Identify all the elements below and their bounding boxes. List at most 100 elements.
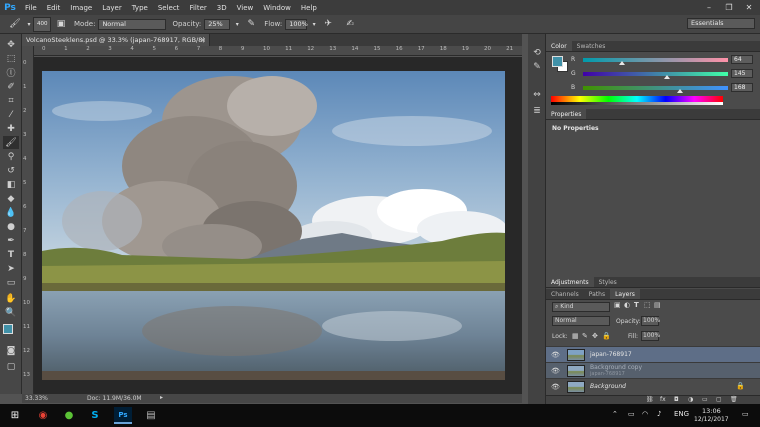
tab-swatches[interactable]: Swatches — [572, 41, 611, 51]
close-tab-icon[interactable]: × — [201, 34, 206, 46]
app-green-icon[interactable]: ● — [60, 407, 78, 424]
filter-type-icon[interactable]: T — [634, 301, 639, 309]
tab-adjustments[interactable]: Adjustments — [546, 277, 594, 287]
blue-value[interactable]: 168 — [731, 83, 753, 92]
opacity-chevron-icon[interactable]: ▾ — [233, 18, 241, 31]
crop-tool-icon[interactable]: ⌗ — [3, 94, 19, 107]
eyedropper-tool-icon[interactable]: ⁄ — [3, 108, 19, 121]
chevron-down-icon[interactable]: ▾ — [25, 18, 33, 31]
lock-pixels-icon[interactable]: ✎ — [582, 332, 588, 340]
eraser-tool-icon[interactable]: ◧ — [3, 178, 19, 191]
green-thumb[interactable] — [664, 75, 670, 79]
opacity-input[interactable]: 25% — [204, 18, 231, 30]
marquee-tool-icon[interactable]: ⬚ — [3, 52, 19, 65]
history-brush-tool-icon[interactable]: ↺ — [3, 164, 19, 177]
close-button[interactable]: ✕ — [740, 0, 758, 15]
blur-tool-icon[interactable]: 💧 — [3, 206, 19, 219]
zoom-tool-icon[interactable]: 🔍 — [3, 306, 19, 319]
menu-image[interactable]: Image — [65, 4, 97, 12]
filter-shape-icon[interactable]: ⬚ — [644, 301, 651, 309]
add-mask-icon[interactable]: ◘ — [674, 396, 679, 403]
blue-track[interactable] — [583, 86, 728, 90]
screen-mode-icon[interactable]: ▢ — [3, 360, 19, 373]
layer-row-background-copy[interactable]: 👁 Background copy japan-768917 — [546, 362, 760, 378]
tab-color[interactable]: Color — [546, 41, 572, 51]
panel-collapse-icon[interactable]: ⇔ — [529, 88, 545, 101]
pressure-size-icon[interactable]: ✍ — [343, 18, 357, 31]
hand-tool-icon[interactable]: ✋ — [3, 292, 19, 305]
volume-icon[interactable]: ♪ — [657, 410, 661, 418]
brush-tool-icon[interactable]: 🖌 — [8, 18, 22, 31]
visibility-eye-icon[interactable]: 👁 — [551, 383, 561, 391]
blend-mode-select[interactable]: Normal — [552, 316, 610, 326]
mode-select[interactable]: Normal — [98, 18, 167, 30]
blue-slider[interactable]: B 168 — [551, 83, 756, 93]
green-value[interactable]: 145 — [731, 69, 753, 78]
red-track[interactable] — [583, 58, 728, 62]
new-layer-icon[interactable]: ▢ — [716, 396, 722, 403]
pen-tool-icon[interactable]: ✒ — [3, 234, 19, 247]
clock-date[interactable]: 12/12/2017 — [694, 416, 729, 423]
notifications-icon[interactable]: ▭ — [742, 410, 749, 418]
layer-filter-kind-select[interactable]: ⌕ Kind — [552, 302, 610, 312]
brush-tool-icon[interactable]: 🖌 — [3, 136, 19, 149]
brush-panel-icon[interactable]: ▣ — [54, 18, 68, 31]
chrome-icon[interactable]: ◉ — [34, 407, 52, 424]
tab-styles[interactable]: Styles — [594, 277, 622, 287]
flow-chevron-icon[interactable]: ▾ — [310, 18, 318, 31]
document-image[interactable] — [42, 71, 505, 380]
layer-name[interactable]: Background copy — [590, 364, 642, 371]
menu-view[interactable]: View — [232, 4, 259, 12]
photoshop-taskbar-icon[interactable]: Ps — [114, 407, 132, 424]
skype-icon[interactable]: S — [86, 407, 104, 424]
menu-help[interactable]: Help — [296, 4, 322, 12]
minimize-button[interactable]: – — [700, 0, 718, 15]
workspace-select[interactable]: Essentials — [687, 18, 755, 29]
filter-adjustment-icon[interactable]: ◐ — [624, 301, 630, 309]
lasso-tool-icon[interactable]: ⓛ — [3, 66, 19, 79]
red-slider[interactable]: R 64 — [551, 55, 756, 65]
layer-opacity-input[interactable]: 100% — [641, 316, 660, 326]
visibility-eye-icon[interactable]: 👁 — [551, 351, 561, 359]
flow-input[interactable]: 100% — [285, 18, 308, 30]
tab-paths[interactable]: Paths — [584, 289, 610, 299]
red-value[interactable]: 64 — [731, 55, 753, 64]
brush-presets-icon[interactable]: ✎ — [529, 60, 545, 73]
clone-stamp-tool-icon[interactable]: ⚲ — [3, 150, 19, 163]
lock-position-icon[interactable]: ✥ — [592, 332, 598, 340]
healing-brush-tool-icon[interactable]: ✚ — [3, 122, 19, 135]
wifi-icon[interactable]: ◠ — [642, 410, 648, 418]
layer-row-background[interactable]: 👁 Background 🔒 — [546, 378, 760, 394]
layer-row-japan[interactable]: 👁 japan-768917 — [546, 346, 760, 362]
green-slider[interactable]: G 145 — [551, 69, 756, 79]
green-track[interactable] — [583, 72, 728, 76]
path-select-tool-icon[interactable]: ➤ — [3, 262, 19, 275]
clock-time[interactable]: 13:06 — [702, 407, 721, 415]
menu-filter[interactable]: Filter — [184, 4, 211, 12]
layer-style-icon[interactable]: fx — [660, 396, 666, 403]
document-tab[interactable]: VolcanoSteeklens.psd @ 33.3% (japan-7689… — [22, 34, 210, 56]
filter-smart-object-icon[interactable]: ▤ — [654, 301, 661, 309]
color-spectrum[interactable] — [551, 96, 723, 105]
adjustment-layer-icon[interactable]: ◑ — [688, 396, 693, 403]
language-indicator[interactable]: ENG — [674, 410, 689, 418]
file-app-icon[interactable]: ▤ — [142, 407, 160, 424]
rectangle-tool-icon[interactable]: ▭ — [3, 276, 19, 289]
properties-panel-icon[interactable]: ≣ — [529, 104, 545, 117]
filter-pixel-icon[interactable]: ▣ — [614, 301, 621, 309]
lock-all-icon[interactable]: 🔒 — [602, 332, 611, 340]
layer-name[interactable]: Background — [590, 383, 626, 390]
tab-channels[interactable]: Channels — [546, 289, 584, 299]
menu-layer[interactable]: Layer — [97, 4, 127, 12]
quick-mask-icon[interactable]: ◙ — [3, 344, 19, 357]
paint-bucket-tool-icon[interactable]: ◆ — [3, 192, 19, 205]
move-tool-icon[interactable]: ✥ — [3, 38, 19, 51]
airbrush-icon[interactable]: ✈ — [321, 18, 335, 31]
network-icon[interactable]: ▭ — [628, 410, 635, 418]
foreground-color-swatch[interactable] — [3, 324, 13, 334]
fill-input[interactable]: 100% — [641, 331, 660, 341]
visibility-eye-icon[interactable]: 👁 — [551, 367, 561, 375]
tab-properties[interactable]: Properties — [546, 109, 587, 119]
dodge-tool-icon[interactable]: ● — [3, 220, 19, 233]
trash-icon[interactable]: 🗑 — [730, 396, 738, 403]
